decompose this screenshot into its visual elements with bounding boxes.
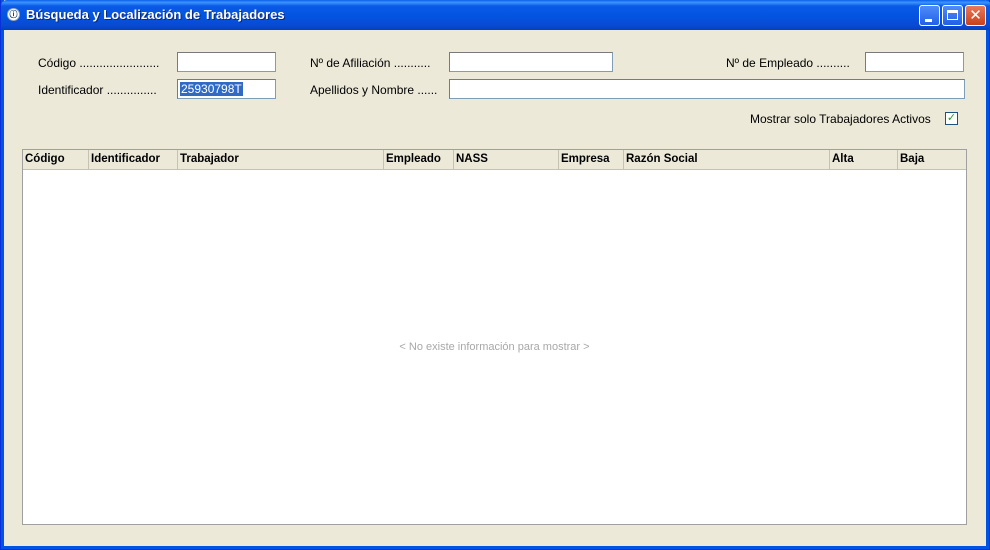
column-header-alta[interactable]: Alta [830,150,898,169]
codigo-label: Código ........................ [38,56,160,70]
column-header-nass[interactable]: NASS [454,150,559,169]
column-header-codigo[interactable]: Código [23,150,89,169]
codigo-field[interactable] [177,52,276,72]
close-button[interactable]: ✕ [965,5,986,26]
identificador-label: Identificador ............... [38,83,157,97]
activos-label: Mostrar solo Trabajadores Activos [750,112,931,126]
apellidos-field[interactable] [449,79,965,99]
minimize-button[interactable] [919,5,940,26]
afiliacion-field[interactable] [449,52,613,72]
empleado-field[interactable] [865,52,964,72]
app-icon[interactable]: ⓘ [7,8,20,21]
checkmark-icon: ✓ [946,112,957,124]
grid-header: Código Identificador Trabajador Empleado… [23,150,966,170]
maximize-icon [947,10,958,20]
search-window: ⓘ Búsqueda y Localización de Trabajadore… [0,0,990,550]
empleado-label: Nº de Empleado .......... [726,56,850,70]
results-grid[interactable]: Código Identificador Trabajador Empleado… [22,149,967,525]
window-title: Búsqueda y Localización de Trabajadores [26,7,285,22]
close-icon: ✕ [969,7,982,24]
column-header-empresa[interactable]: Empresa [559,150,624,169]
apellidos-label: Apellidos y Nombre ...... [310,83,438,97]
identificador-field[interactable]: 25930798T [177,79,276,99]
identificador-value: 25930798T [180,82,243,96]
afiliacion-label: Nº de Afiliación ........... [310,56,431,70]
column-header-trabajador[interactable]: Trabajador [178,150,384,169]
column-header-baja[interactable]: Baja [898,150,966,169]
activos-checkbox[interactable]: ✓ [945,112,958,125]
column-header-empleado[interactable]: Empleado [384,150,454,169]
column-header-identificador[interactable]: Identificador [89,150,178,169]
minimize-icon [925,19,932,22]
column-header-razon-social[interactable]: Razón Social [624,150,830,169]
maximize-button[interactable] [942,5,963,26]
title-bar[interactable]: ⓘ Búsqueda y Localización de Trabajadore… [1,0,990,30]
empty-message: < No existe información para mostrar > [399,341,590,353]
